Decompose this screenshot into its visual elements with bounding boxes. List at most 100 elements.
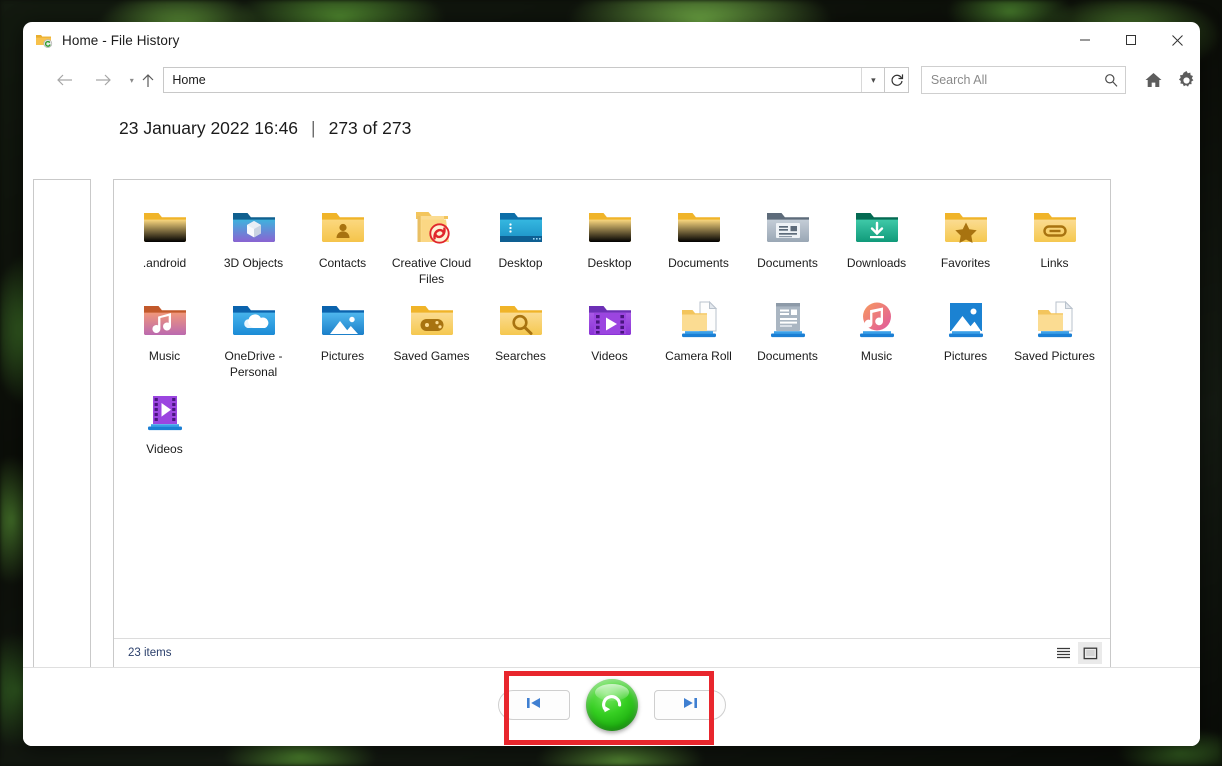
address-bar[interactable]: Home ▾ bbox=[163, 67, 886, 93]
folder-contacts-icon bbox=[319, 202, 367, 250]
file-grid: .android 3D Objects Contacts Creative Cl… bbox=[114, 180, 1110, 638]
file-item[interactable]: Camera Roll bbox=[654, 287, 743, 380]
previous-version-button[interactable] bbox=[497, 690, 570, 720]
file-item[interactable]: .android bbox=[120, 194, 209, 287]
version-controls bbox=[23, 679, 1200, 731]
next-version-button[interactable] bbox=[653, 690, 726, 720]
file-item-label: Desktop bbox=[587, 256, 632, 270]
file-item[interactable]: Saved Games bbox=[387, 287, 476, 380]
next-version-icon bbox=[680, 696, 700, 715]
file-item-label: Contacts bbox=[318, 256, 367, 270]
folder-documents-gray-icon bbox=[764, 202, 812, 250]
address-value: Home bbox=[172, 73, 206, 87]
library-pictures-icon bbox=[942, 295, 990, 343]
library-music-icon bbox=[853, 295, 901, 343]
folder-saved-games-icon bbox=[408, 295, 456, 343]
window-title: Home - File History bbox=[62, 32, 180, 48]
file-item[interactable]: Desktop bbox=[476, 194, 565, 287]
file-item[interactable]: Pictures bbox=[921, 287, 1010, 380]
search-placeholder: Search All bbox=[930, 73, 988, 87]
file-item-label: Documents bbox=[757, 349, 818, 363]
file-item-label: Music bbox=[860, 349, 893, 363]
library-documents-icon bbox=[764, 295, 812, 343]
library-videos-icon bbox=[141, 388, 189, 436]
file-item-label: Videos bbox=[146, 442, 183, 456]
title-bar: Home - File History bbox=[23, 22, 1200, 58]
file-item[interactable]: Links bbox=[1010, 194, 1099, 287]
chevron-down-icon[interactable]: ▾ bbox=[861, 68, 884, 92]
file-item[interactable]: Music bbox=[120, 287, 209, 380]
file-item-label: Creative Cloud Files bbox=[391, 256, 472, 286]
folder-favorites-icon bbox=[942, 202, 990, 250]
folder-onedrive-icon bbox=[230, 295, 278, 343]
refresh-button[interactable] bbox=[885, 67, 909, 93]
item-count: 23 items bbox=[128, 647, 172, 659]
file-item[interactable]: Favorites bbox=[921, 194, 1010, 287]
file-item[interactable]: Desktop bbox=[565, 194, 654, 287]
file-item[interactable]: Music bbox=[832, 287, 921, 380]
file-item-label: Favorites bbox=[940, 256, 991, 270]
forward-arrow-icon[interactable] bbox=[90, 65, 117, 95]
version-header: 23 January 2022 16:46 | 273 of 273 bbox=[23, 102, 1200, 139]
close-button[interactable] bbox=[1154, 22, 1200, 58]
folder-searches-icon bbox=[497, 295, 545, 343]
folder-plain-icon bbox=[586, 202, 634, 250]
file-item[interactable]: Searches bbox=[476, 287, 565, 380]
up-arrow-icon[interactable] bbox=[138, 65, 158, 95]
maximize-button[interactable] bbox=[1108, 22, 1154, 58]
file-item[interactable]: Saved Pictures bbox=[1010, 287, 1099, 380]
gear-icon[interactable] bbox=[1173, 65, 1200, 95]
status-bar: 23 items bbox=[114, 638, 1110, 667]
file-item-label: Music bbox=[148, 349, 181, 363]
file-item-label: Desktop bbox=[498, 256, 543, 270]
file-item[interactable]: Pictures bbox=[298, 287, 387, 380]
file-item[interactable]: Creative Cloud Files bbox=[387, 194, 476, 287]
folder-plain-icon bbox=[675, 202, 723, 250]
folder-pictures-icon bbox=[319, 295, 367, 343]
file-item[interactable]: Contacts bbox=[298, 194, 387, 287]
navigation-bar: ▾ Home ▾ Search All bbox=[23, 58, 1200, 102]
file-item-label: Documents bbox=[668, 256, 729, 270]
file-item-label: .android bbox=[142, 256, 187, 270]
search-icon[interactable] bbox=[1097, 73, 1125, 87]
folder-links-icon bbox=[1031, 202, 1079, 250]
large-icons-view-icon[interactable] bbox=[1078, 642, 1102, 664]
file-item-label: Saved Pictures bbox=[1014, 349, 1095, 363]
file-history-window: Home - File History ▾ Home ▾ Search All … bbox=[23, 22, 1200, 746]
search-input[interactable]: Search All bbox=[920, 66, 1127, 94]
file-item[interactable]: Downloads bbox=[832, 194, 921, 287]
folder-downloads-icon bbox=[853, 202, 901, 250]
folder-plain-icon bbox=[141, 202, 189, 250]
folder-creative-cloud-icon bbox=[408, 202, 456, 250]
file-item[interactable]: Videos bbox=[565, 287, 654, 380]
file-item[interactable]: OneDrive - Personal bbox=[209, 287, 298, 380]
details-view-icon[interactable] bbox=[1051, 642, 1075, 664]
file-item-label: Documents bbox=[757, 256, 818, 270]
library-camera-roll-icon bbox=[675, 295, 723, 343]
folder-videos-icon bbox=[586, 295, 634, 343]
file-item[interactable]: 3D Objects bbox=[209, 194, 298, 287]
home-icon[interactable] bbox=[1140, 65, 1167, 95]
library-saved-pictures-icon bbox=[1031, 295, 1079, 343]
file-item-label: Links bbox=[1040, 256, 1069, 270]
file-item[interactable]: Documents bbox=[654, 194, 743, 287]
folder-desktop-blue-icon bbox=[497, 202, 545, 250]
file-item[interactable]: Documents bbox=[743, 287, 832, 380]
window-controls bbox=[1062, 22, 1200, 58]
back-arrow-icon[interactable] bbox=[51, 65, 78, 95]
minimize-button[interactable] bbox=[1062, 22, 1108, 58]
folder-3dobjects-icon bbox=[230, 202, 278, 250]
header-separator: | bbox=[311, 118, 316, 138]
file-list-panel: .android 3D Objects Contacts Creative Cl… bbox=[113, 179, 1111, 668]
file-item[interactable]: Documents bbox=[743, 194, 832, 287]
recent-chevron-icon[interactable]: ▾ bbox=[126, 76, 138, 85]
file-item-label: Pictures bbox=[320, 349, 365, 363]
file-item-label: Downloads bbox=[846, 256, 907, 270]
file-item[interactable]: Videos bbox=[120, 380, 209, 458]
file-item-label: 3D Objects bbox=[223, 256, 284, 270]
restore-button[interactable] bbox=[585, 679, 638, 731]
file-item-label: Camera Roll bbox=[665, 349, 732, 363]
file-item-label: Saved Games bbox=[393, 349, 470, 363]
file-item-label: OneDrive - Personal bbox=[224, 349, 283, 379]
version-control-bar bbox=[23, 667, 1200, 746]
